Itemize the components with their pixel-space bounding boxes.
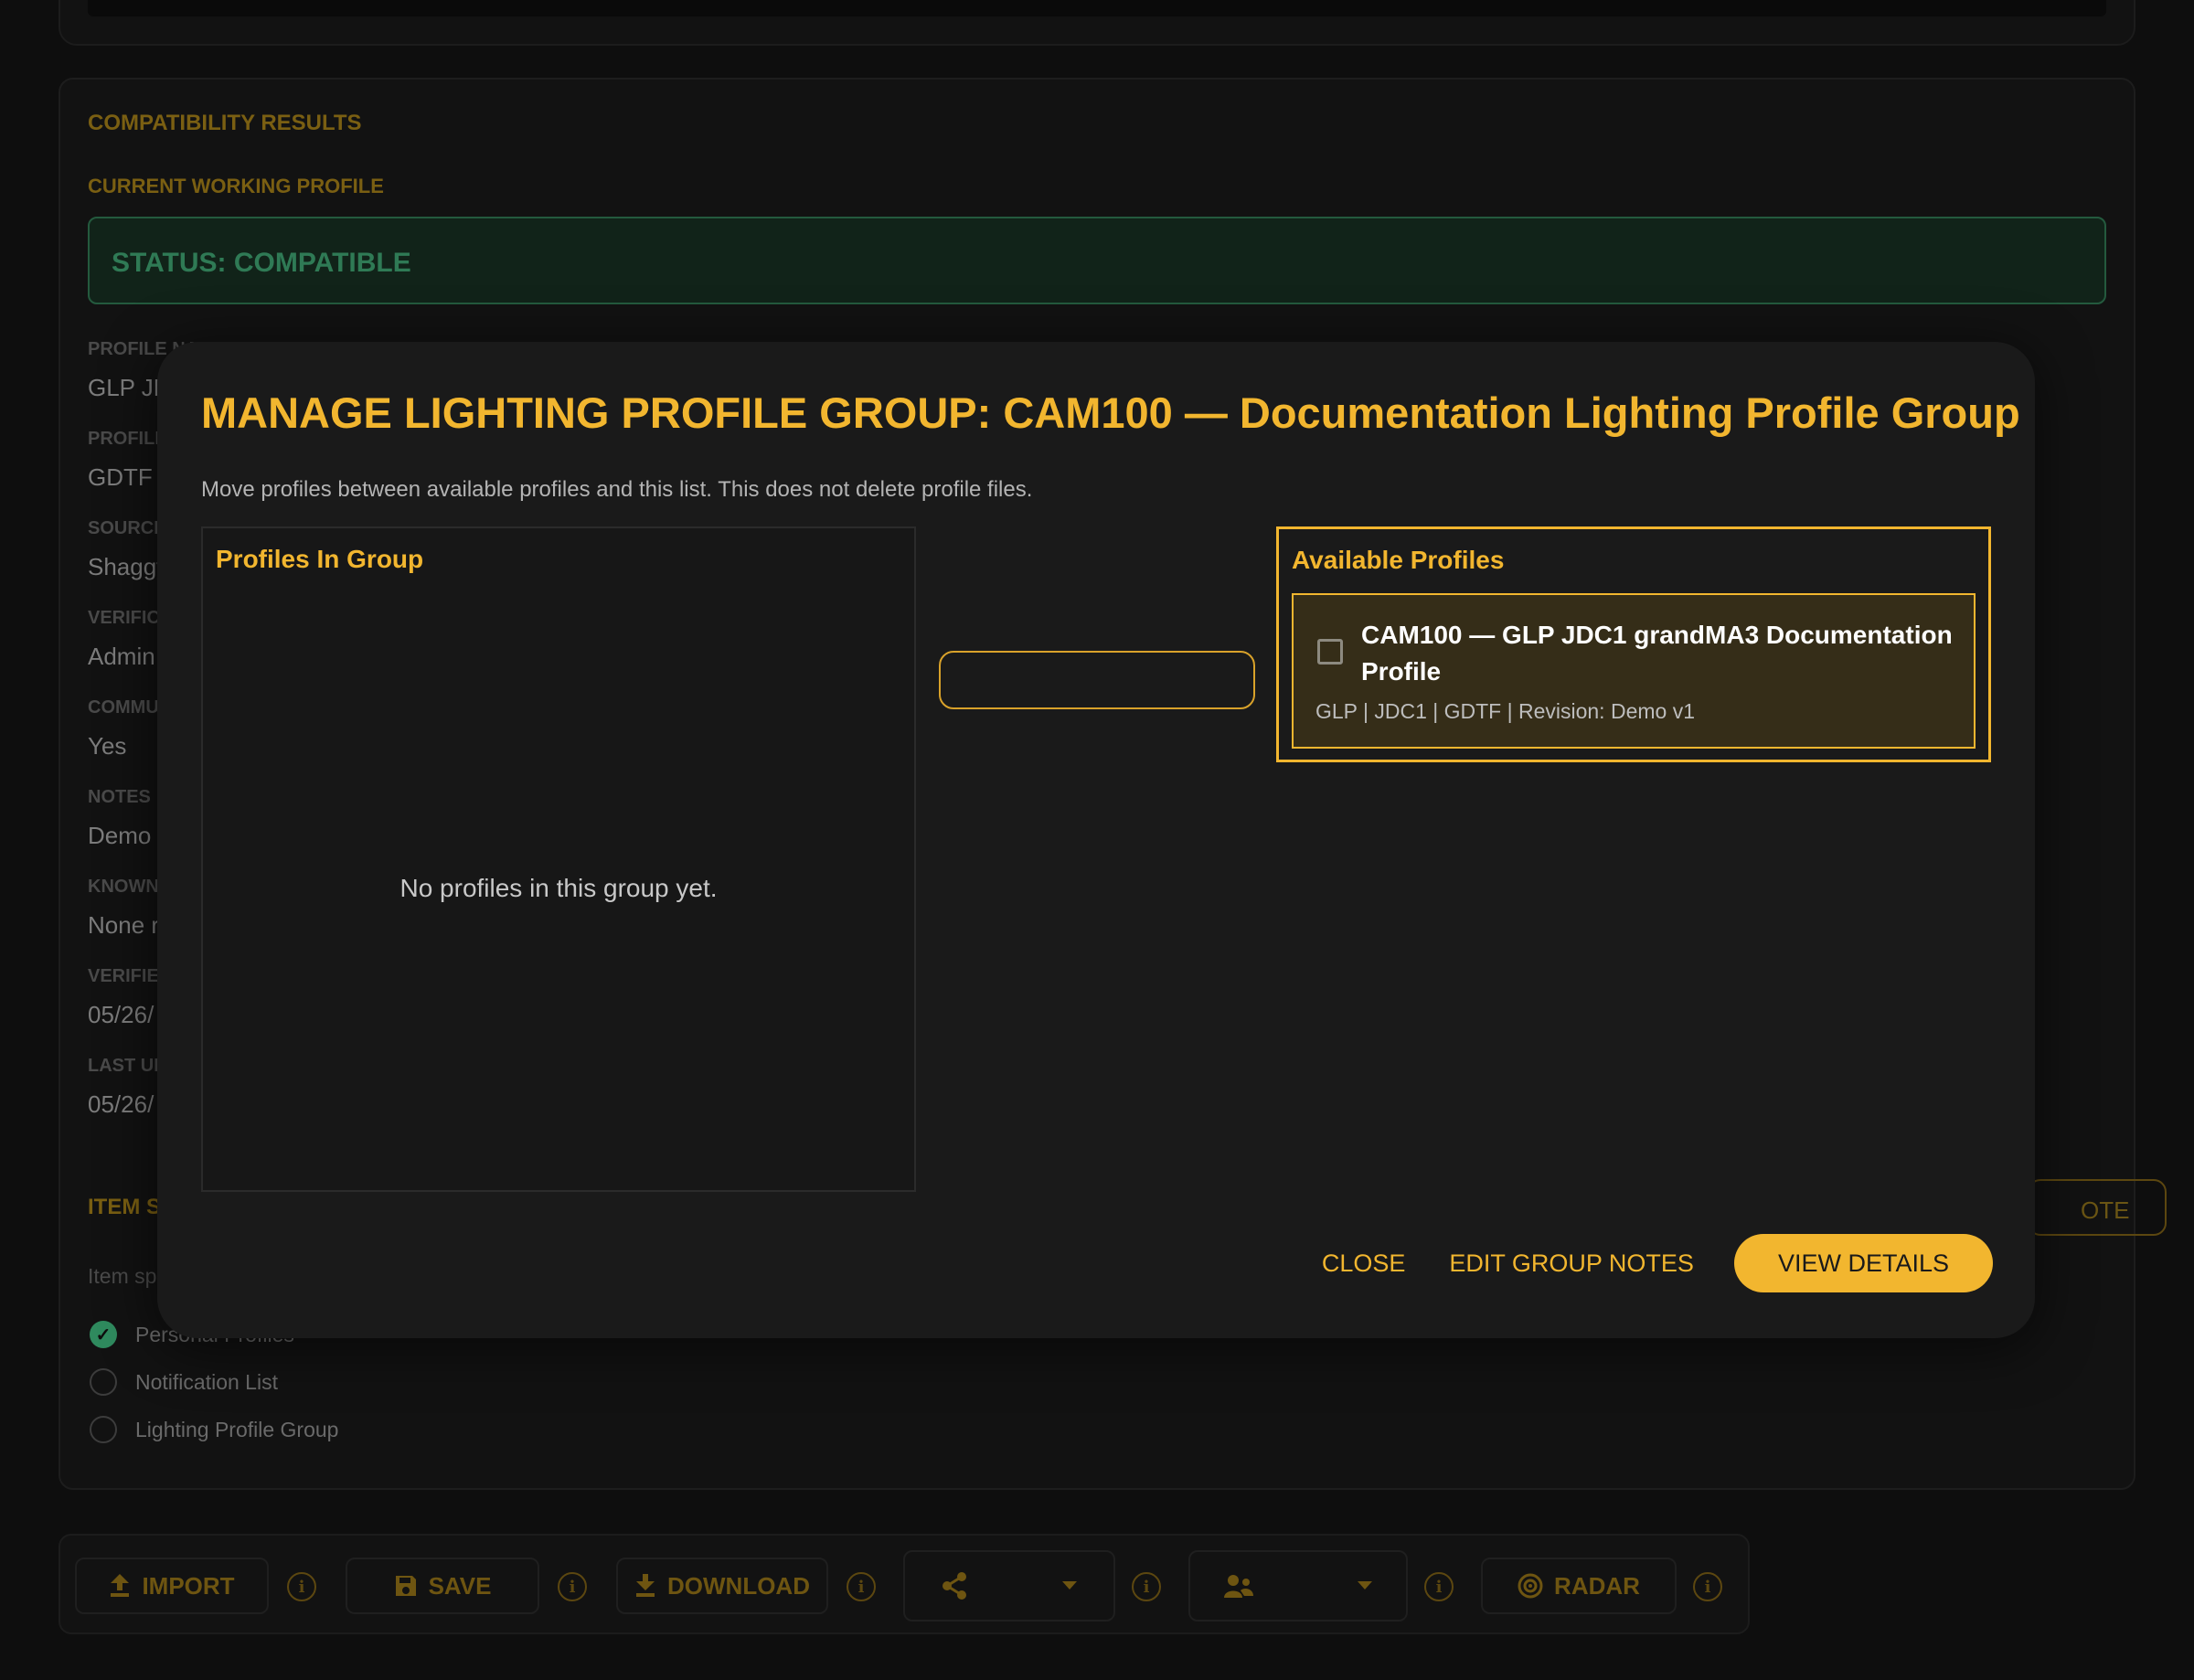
available-profiles-panel: Available Profiles CAM100 — GLP JDC1 gra…	[1276, 526, 1991, 762]
chevron-down-icon	[1358, 1581, 1372, 1590]
users-dropdown[interactable]	[1188, 1550, 1408, 1622]
field-value: 05/26/	[88, 1001, 154, 1028]
radio-label: Notification List	[135, 1369, 278, 1394]
info-icon[interactable]: i	[847, 1572, 876, 1601]
field-label: VERIFIC	[88, 608, 160, 628]
field-label: SOURCE	[88, 518, 166, 538]
status-text: STATUS: COMPATIBLE	[112, 248, 411, 278]
edit-group-notes-button[interactable]: EDIT GROUP NOTES	[1445, 1249, 1698, 1278]
panel-title: Profiles In Group	[216, 545, 424, 573]
radio-option-notification-list[interactable]: Notification List	[90, 1368, 278, 1396]
import-button[interactable]: IMPORT	[75, 1558, 269, 1614]
save-label: SAVE	[428, 1571, 492, 1600]
field-value: Demo	[88, 822, 152, 849]
info-icon[interactable]: i	[1424, 1572, 1454, 1601]
save-button[interactable]: SAVE	[346, 1558, 539, 1614]
radio-option-lighting-profile-group[interactable]: Lighting Profile Group	[90, 1416, 338, 1443]
view-details-button[interactable]: VIEW DETAILS	[1733, 1234, 1993, 1292]
dialog-title: MANAGE LIGHTING PROFILE GROUP: CAM100 — …	[201, 388, 2020, 437]
info-icon[interactable]: i	[287, 1572, 316, 1601]
users-icon	[1224, 1575, 1253, 1598]
status-badge: STATUS: COMPATIBLE	[88, 217, 2106, 304]
profile-meta: GLP | JDC1 | GDTF | Revision: Demo v1	[1315, 699, 1695, 723]
current-profile-label: CURRENT WORKING PROFILE	[88, 175, 384, 197]
download-button[interactable]: DOWNLOAD	[616, 1558, 828, 1614]
field-value: Shaggy	[88, 553, 169, 580]
info-icon[interactable]: i	[1693, 1572, 1722, 1601]
field-label: NOTES	[88, 787, 151, 807]
chevron-down-icon	[1062, 1581, 1077, 1590]
list-item[interactable]: CAM100 — GLP JDC1 grandMA3 Documentation…	[1292, 593, 1976, 749]
download-icon	[636, 1574, 655, 1597]
empty-state-message: No profiles in this group yet.	[399, 874, 718, 902]
field-value: Yes	[88, 732, 127, 760]
download-label: DOWNLOAD	[667, 1571, 810, 1600]
field-value: Admin	[88, 643, 155, 670]
field-label: LAST UI	[88, 1056, 159, 1076]
profiles-in-group-panel: Profiles In Group No profiles in this gr…	[201, 526, 916, 1192]
previous-card	[59, 0, 2135, 46]
item-section-title: ITEM S	[88, 1195, 162, 1219]
field-label: KNOWN	[88, 877, 159, 897]
radar-icon	[1518, 1573, 1543, 1599]
info-icon[interactable]: i	[1132, 1572, 1161, 1601]
field-value: None r	[88, 911, 160, 939]
radar-button[interactable]: RADAR	[1481, 1558, 1677, 1614]
profile-checkbox[interactable]	[1317, 639, 1343, 665]
radar-label: RADAR	[1554, 1571, 1640, 1600]
import-label: IMPORT	[142, 1571, 235, 1600]
info-icon[interactable]: i	[558, 1572, 587, 1601]
share-icon	[943, 1572, 966, 1600]
upload-icon	[111, 1574, 130, 1597]
share-dropdown[interactable]	[903, 1550, 1115, 1622]
field-label: VERIFIE	[88, 966, 159, 986]
save-icon	[395, 1576, 416, 1596]
results-title: COMPATIBILITY RESULTS	[88, 111, 362, 135]
bottom-toolbar: IMPORT i SAVE i DOWNLOAD i i i RADAR i	[59, 1534, 1750, 1634]
radio-circle-icon	[90, 1368, 117, 1396]
close-button[interactable]: CLOSE	[1318, 1249, 1410, 1278]
dialog-actions: CLOSE EDIT GROUP NOTES VIEW DETAILS	[1318, 1234, 1993, 1292]
field-value: 05/26/	[88, 1090, 154, 1118]
manage-group-dialog: MANAGE LIGHTING PROFILE GROUP: CAM100 — …	[157, 342, 2035, 1338]
radio-label: Lighting Profile Group	[135, 1417, 339, 1441]
check-circle-icon: ✓	[90, 1321, 117, 1348]
profile-name: CAM100 — GLP JDC1 grandMA3 Documentation…	[1361, 621, 1953, 686]
panel-title: Available Profiles	[1292, 546, 1505, 574]
transfer-button[interactable]	[939, 651, 1255, 709]
field-label: COMMU	[88, 697, 159, 718]
field-label: PROFILE	[88, 429, 167, 449]
note-button[interactable]: OTE	[2028, 1179, 2167, 1236]
item-section-hint: Item sp	[88, 1264, 157, 1288]
field-value: GDTF	[88, 463, 153, 491]
dialog-description: Move profiles between available profiles…	[201, 477, 1033, 502]
radio-circle-icon	[90, 1416, 117, 1443]
